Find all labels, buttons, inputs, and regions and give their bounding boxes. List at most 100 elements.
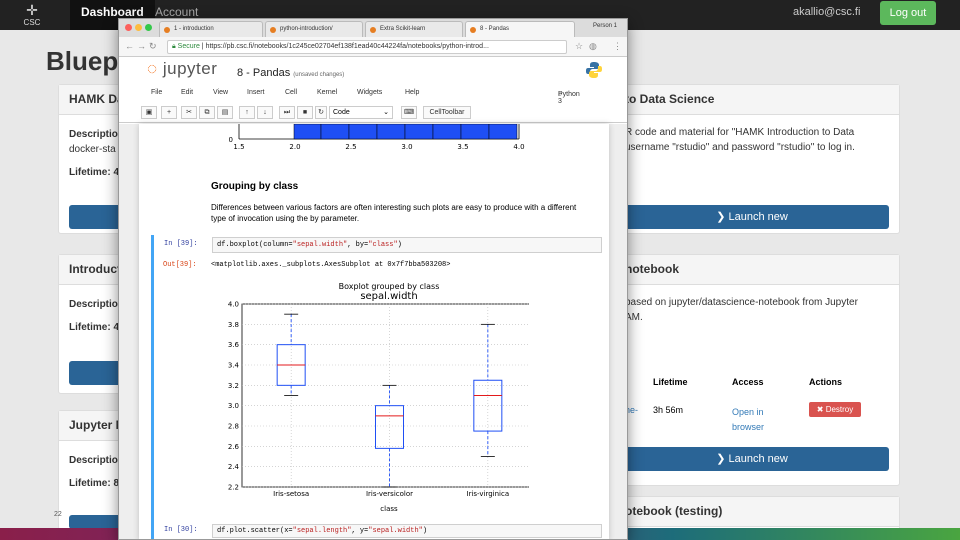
launch-button[interactable]: ❯ Launch new [615, 447, 889, 471]
input-prompt: In [39]: [164, 240, 198, 248]
y-tick-labels: 2.2 2.4 2.6 2.8 3.0 3.2 3.4 3.6 3.8 4.0 [228, 301, 240, 492]
hist-bar [432, 124, 462, 140]
notebook-page: 0 1.5 2.0 2.5 3.0 3.5 4.0 Grouping by cl… [139, 124, 609, 539]
menu-edit[interactable]: Edit [181, 89, 193, 96]
menu-insert[interactable]: Insert [247, 89, 265, 96]
celltoolbar-button[interactable]: CellToolbar [423, 106, 471, 119]
hist-tick-label: 3.0 [401, 143, 412, 151]
close-window-icon[interactable] [125, 24, 132, 31]
description-line: based on jupyter/datascience-notebook fr… [625, 297, 858, 308]
cell-type-select[interactable]: Code ⌄ [329, 106, 393, 119]
markdown-heading: Grouping by class [211, 181, 299, 192]
launch-button[interactable]: ❯ Launch new [615, 205, 889, 229]
jupyter-orbit-icon: ◌ [147, 59, 158, 78]
browser-tab-bar: 1 - introduction python-introduction/ Ex… [119, 19, 627, 37]
csc-logo[interactable]: ✛ CSC [10, 2, 54, 28]
extension-icon[interactable]: ◍ [589, 41, 597, 52]
url-input[interactable]: 🔒︎ Secure | https://pb.csc.fi/notebooks/… [167, 40, 567, 54]
notebook-name[interactable]: 8 - Pandas (unsaved changes) [237, 67, 344, 79]
y-tick-label: 2.4 [228, 463, 240, 471]
paste-icon[interactable]: ▤ [217, 106, 233, 119]
forward-icon[interactable]: → [137, 41, 146, 51]
page-title: Bluep [46, 46, 119, 76]
stop-icon[interactable]: ■ [297, 106, 313, 119]
notebook-toolbar: ▣ + ✂ ⧉ ▤ ↑ ↓ ⏭ ■ ↻ Code ⌄ ⌨ CellToolbar [119, 103, 627, 123]
secure-label: Secure [177, 43, 200, 50]
markdown-paragraph: Differences between various factors are … [211, 203, 577, 223]
jupyter-favicon-icon [370, 27, 376, 33]
move-up-icon[interactable]: ↑ [239, 106, 255, 119]
browser-profile[interactable]: Person 1 [593, 23, 617, 29]
browser-menu-icon[interactable]: ⋮ [613, 41, 622, 52]
card-title: notebook [611, 255, 899, 285]
notebook-title: 8 - Pandas [237, 67, 291, 79]
jupyter-logo-text: jupyter [162, 59, 218, 78]
url-text: https://pb.csc.fi/notebooks/1c245ce02704… [205, 43, 489, 50]
cell-type-value: Code [333, 109, 350, 116]
browser-tab[interactable]: 1 - introduction [159, 21, 263, 37]
browser-tab[interactable]: python-introduction/ [265, 21, 363, 37]
jupyter-favicon-icon [470, 27, 476, 33]
browser-tab[interactable]: Extra Scikit-learn [365, 21, 463, 37]
code-token: df.plot.scatter(x= [217, 527, 293, 535]
command-palette-icon[interactable]: ⌨ [401, 106, 417, 119]
insert-cell-icon[interactable]: + [161, 106, 177, 119]
jupyter-favicon-icon [164, 27, 170, 33]
x-tick-label: Iris-setosa [273, 490, 309, 498]
hist-bar [460, 124, 490, 140]
maximize-window-icon[interactable] [145, 24, 152, 31]
kernel-status-icon: ○ [558, 91, 563, 98]
slide-page-number: 22 [54, 511, 62, 518]
col-actions: Actions [809, 377, 843, 387]
unsaved-indicator: (unsaved changes) [293, 72, 345, 78]
chevron-right-icon: ❯ [716, 211, 729, 223]
hist-tick-label: 2.0 [289, 143, 300, 151]
code-input[interactable]: df.boxplot(column="sepal.width", by="cla… [212, 237, 602, 253]
back-icon[interactable]: ← [125, 41, 134, 51]
card-title: otebook (testing) [611, 497, 899, 527]
y-tick-label: 2.8 [228, 423, 239, 431]
move-down-icon[interactable]: ↓ [257, 106, 273, 119]
menu-cell[interactable]: Cell [285, 89, 297, 96]
input-prompt: In [30]: [164, 526, 198, 534]
x-axis-label: class [380, 505, 398, 513]
run-icon[interactable]: ⏭ [279, 106, 295, 119]
menu-view[interactable]: View [213, 89, 228, 96]
open-in-browser-link[interactable]: Open in browser [732, 405, 764, 435]
browser-tab-active[interactable]: 8 - Pandas [465, 21, 575, 37]
hist-bar [320, 124, 350, 140]
code-input[interactable]: df.plot.scatter(x="sepal.length", y="sep… [212, 524, 602, 538]
bookmark-star-icon[interactable]: ☆ [575, 41, 583, 52]
menu-kernel[interactable]: Kernel [317, 89, 337, 96]
hist-bar [488, 124, 518, 140]
menu-file[interactable]: File [151, 89, 162, 96]
save-icon[interactable]: ▣ [141, 106, 157, 119]
y-tick-label: 3.6 [228, 341, 240, 349]
code-cell[interactable]: In [30]: df.plot.scatter(x="sepal.length… [151, 522, 603, 539]
hist-bar [293, 124, 322, 140]
reload-icon[interactable]: ↻ [149, 41, 157, 52]
code-string: "sepal.length" [292, 527, 352, 535]
description-line: username "rstudio" and password "rstudio… [625, 142, 855, 153]
code-token: , y= [351, 527, 369, 535]
code-token: df.boxplot(column= [217, 241, 293, 249]
menu-help[interactable]: Help [405, 89, 419, 96]
chevron-right-icon: ❯ [716, 453, 729, 465]
logout-button[interactable]: Log out [880, 1, 936, 25]
code-string: "sepal.width" [368, 527, 423, 535]
menu-widgets[interactable]: Widgets [357, 89, 382, 96]
code-cell-selected[interactable]: In [39]: df.boxplot(column="sepal.width"… [151, 235, 603, 255]
user-email[interactable]: akallio@csc.fi [793, 6, 860, 18]
minimize-window-icon[interactable] [135, 24, 142, 31]
restart-icon[interactable]: ↻ [315, 106, 327, 119]
output-prompt: Out[39]: [163, 261, 197, 269]
cut-icon[interactable]: ✂ [181, 106, 197, 119]
blueprint-card: to Data Science R code and material for … [610, 84, 900, 234]
copy-icon[interactable]: ⧉ [199, 106, 215, 119]
code-string: "sepal.width" [292, 241, 348, 249]
x-tick-label: Iris-virginica [467, 490, 510, 498]
jupyter-logo[interactable]: ◌ jupyter [147, 59, 217, 79]
hist-bar [348, 124, 378, 140]
destroy-button[interactable]: ✖ Destroy [809, 402, 861, 417]
y-tick-label: 4.0 [228, 301, 239, 309]
